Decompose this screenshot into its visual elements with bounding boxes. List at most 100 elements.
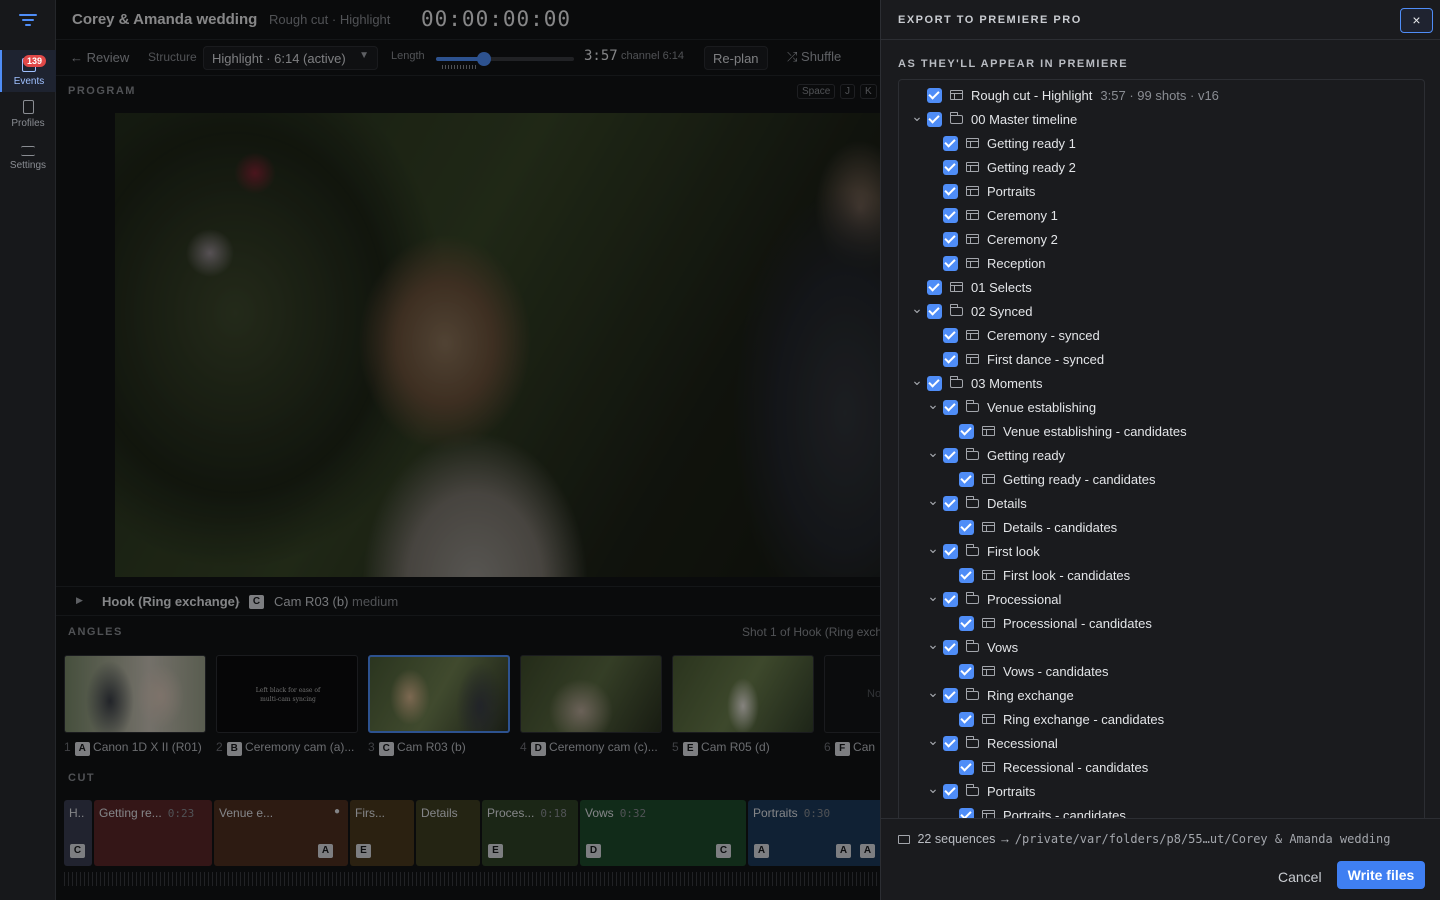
tree-folder-row[interactable]: ⌄ Processional <box>899 588 1424 612</box>
include-checkbox[interactable] <box>943 232 958 247</box>
tree-folder-row[interactable]: ⌄ Portraits <box>899 780 1424 804</box>
include-checkbox[interactable] <box>943 208 958 223</box>
chevron-down-icon[interactable]: ⌄ <box>927 397 939 413</box>
tree-sequence-row[interactable]: Portraits <box>899 180 1424 204</box>
write-files-button[interactable]: Write files <box>1337 861 1425 889</box>
tree-sequence-row[interactable]: Ring exchange - candidates <box>899 708 1424 732</box>
include-checkbox[interactable] <box>959 760 974 775</box>
tree-folder-row[interactable]: ⌄ Vows <box>899 636 1424 660</box>
include-checkbox[interactable] <box>959 568 974 583</box>
sequence-icon <box>982 666 995 676</box>
tree-sequence-row[interactable]: First look - candidates <box>899 564 1424 588</box>
include-checkbox[interactable] <box>959 808 974 818</box>
include-checkbox[interactable] <box>927 304 942 319</box>
chevron-down-icon[interactable]: ⌄ <box>927 637 939 653</box>
tree-sequence-row[interactable]: First dance - synced <box>899 348 1424 372</box>
tree-sequence-row[interactable]: Ceremony 2 <box>899 228 1424 252</box>
include-checkbox[interactable] <box>943 328 958 343</box>
export-path: /private/var/folders/p8/55…ut/Corey & Am… <box>1014 832 1391 846</box>
chevron-down-icon[interactable]: ⌄ <box>927 541 939 557</box>
sequence-icon <box>966 162 979 172</box>
tree-folder-row[interactable]: ⌄ 02 Synced <box>899 300 1424 324</box>
tree-folder-row[interactable]: ⌄ Getting ready <box>899 444 1424 468</box>
chevron-down-icon[interactable]: ⌄ <box>927 493 939 509</box>
rail-item-settings[interactable]: Settings <box>0 146 56 171</box>
menu-icon[interactable] <box>19 14 37 30</box>
folder-icon <box>965 640 979 652</box>
chevron-down-icon[interactable]: ⌄ <box>911 301 923 317</box>
tree-folder-row[interactable]: ⌄ 03 Moments <box>899 372 1424 396</box>
tree-item-label: Details - candidates <box>1003 520 1118 535</box>
sequence-count: 22 sequences → <box>917 832 1012 846</box>
close-button[interactable]: × <box>1400 8 1433 33</box>
include-checkbox[interactable] <box>943 352 958 367</box>
include-checkbox[interactable] <box>943 688 958 703</box>
chevron-down-icon[interactable]: ⌄ <box>927 445 939 461</box>
chevron-down-icon[interactable]: ⌄ <box>911 373 923 389</box>
tree-sequence-row[interactable]: 01 Selects <box>899 276 1424 300</box>
include-checkbox[interactable] <box>959 712 974 727</box>
include-checkbox[interactable] <box>943 136 958 151</box>
tree-sequence-row[interactable]: Rough cut - Highlight 3:57 · 99 shots · v… <box>899 84 1424 108</box>
tree-sequence-row[interactable]: Reception <box>899 252 1424 276</box>
include-checkbox[interactable] <box>943 184 958 199</box>
tree-item-label: First look <box>987 544 1040 559</box>
tree-sequence-row[interactable]: Getting ready 2 <box>899 156 1424 180</box>
tree-sequence-row[interactable]: Processional - candidates <box>899 612 1424 636</box>
include-checkbox[interactable] <box>959 664 974 679</box>
include-checkbox[interactable] <box>943 592 958 607</box>
include-checkbox[interactable] <box>927 280 942 295</box>
tree-sequence-row[interactable]: Details - candidates <box>899 516 1424 540</box>
tree-item-label: Getting ready - candidates <box>1003 472 1156 487</box>
modal-backdrop[interactable] <box>56 0 936 900</box>
include-checkbox[interactable] <box>959 472 974 487</box>
sequence-icon <box>950 282 963 292</box>
include-checkbox[interactable] <box>943 784 958 799</box>
sequence-tree[interactable]: Rough cut - Highlight 3:57 · 99 shots · v… <box>898 79 1425 818</box>
include-checkbox[interactable] <box>943 736 958 751</box>
rail-item-profiles[interactable]: Profiles <box>0 100 56 129</box>
tree-folder-row[interactable]: ⌄ Recessional <box>899 732 1424 756</box>
chevron-down-icon[interactable]: ⌄ <box>911 109 923 125</box>
cancel-button[interactable]: Cancel <box>1270 863 1330 891</box>
include-checkbox[interactable] <box>927 88 942 103</box>
include-checkbox[interactable] <box>943 256 958 271</box>
tree-sequence-row[interactable]: Ceremony - synced <box>899 324 1424 348</box>
tree-sequence-row[interactable]: Venue establishing - candidates <box>899 420 1424 444</box>
include-checkbox[interactable] <box>943 448 958 463</box>
include-checkbox[interactable] <box>959 424 974 439</box>
tree-sequence-row[interactable]: Portraits - candidates <box>899 804 1424 818</box>
chevron-down-icon[interactable]: ⌄ <box>927 685 939 701</box>
tree-folder-row[interactable]: ⌄ 00 Master timeline <box>899 108 1424 132</box>
folder-icon <box>965 496 979 508</box>
include-checkbox[interactable] <box>927 112 942 127</box>
tree-sequence-row[interactable]: Getting ready - candidates <box>899 468 1424 492</box>
chevron-down-icon[interactable]: ⌄ <box>927 589 939 605</box>
include-checkbox[interactable] <box>943 160 958 175</box>
tree-sequence-row[interactable]: Recessional - candidates <box>899 756 1424 780</box>
tree-folder-row[interactable]: ⌄ Ring exchange <box>899 684 1424 708</box>
sequence-icon <box>966 234 979 244</box>
include-checkbox[interactable] <box>959 520 974 535</box>
tree-folder-row[interactable]: ⌄ First look <box>899 540 1424 564</box>
include-checkbox[interactable] <box>927 376 942 391</box>
folder-icon <box>965 544 979 556</box>
include-checkbox[interactable] <box>943 544 958 559</box>
rail-item-events[interactable]: 139 Events <box>0 50 56 92</box>
tree-sequence-row[interactable]: Ceremony 1 <box>899 204 1424 228</box>
chevron-down-icon[interactable]: ⌄ <box>927 733 939 749</box>
sequence-icon <box>950 90 963 100</box>
chevron-down-icon[interactable]: ⌄ <box>927 781 939 797</box>
folder-icon <box>965 736 979 748</box>
include-checkbox[interactable] <box>943 496 958 511</box>
tree-folder-row[interactable]: ⌄ Venue establishing <box>899 396 1424 420</box>
rail-label-settings: Settings <box>9 160 47 171</box>
include-checkbox[interactable] <box>943 400 958 415</box>
tree-sequence-row[interactable]: Getting ready 1 <box>899 132 1424 156</box>
include-checkbox[interactable] <box>943 640 958 655</box>
tree-item-label: Recessional <box>987 736 1058 751</box>
include-checkbox[interactable] <box>959 616 974 631</box>
tree-sequence-row[interactable]: Vows - candidates <box>899 660 1424 684</box>
tree-item-label: 02 Synced <box>971 304 1033 319</box>
tree-folder-row[interactable]: ⌄ Details <box>899 492 1424 516</box>
